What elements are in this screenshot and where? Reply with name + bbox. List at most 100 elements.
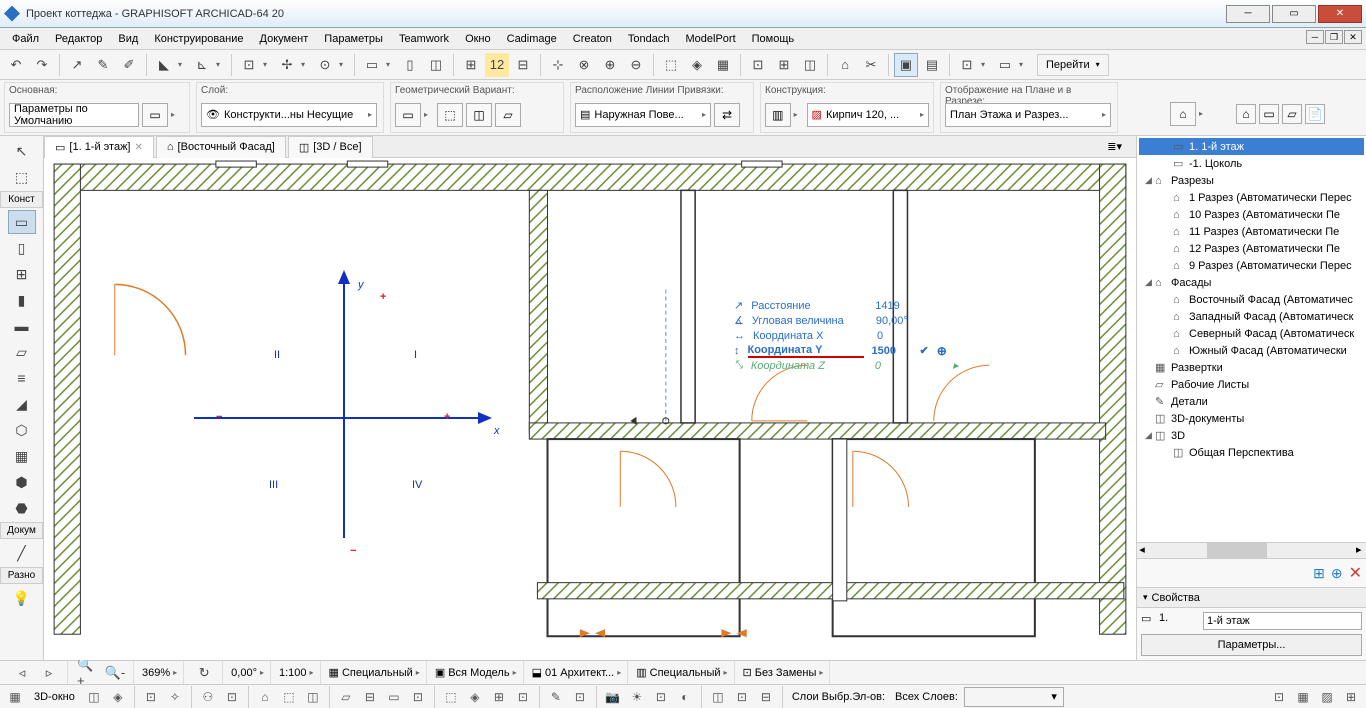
rotate-icon[interactable]: ↻ <box>192 661 216 685</box>
zoom-out-icon[interactable]: 🔍- <box>103 661 127 685</box>
bb-22[interactable]: ☀ <box>626 687 648 707</box>
minimize-button[interactable]: ─ <box>1226 5 1270 23</box>
bb-11[interactable]: ▱ <box>335 687 357 707</box>
mdi-close[interactable]: ✕ <box>1344 30 1362 44</box>
t10-button[interactable]: ◫ <box>798 53 822 77</box>
t5-button[interactable]: ⬚ <box>659 53 683 77</box>
bb-26[interactable]: ⊡ <box>731 687 753 707</box>
arrow-tool[interactable]: ↖ <box>8 139 36 163</box>
bb-21[interactable]: 📷 <box>602 687 624 707</box>
3d-window-label[interactable]: 3D-окно <box>28 691 81 703</box>
tab-3d[interactable]: ◫[3D / Все] <box>288 136 373 158</box>
opt1-button[interactable]: ⊙ <box>313 53 337 77</box>
ruler-button[interactable]: 12 <box>485 53 509 77</box>
material-combo[interactable]: ▨ Кирпич 120, ...▸ <box>807 103 929 127</box>
pick-button[interactable]: ↗ <box>65 53 89 77</box>
status-special[interactable]: ▦ Специальный▸ <box>323 661 427 684</box>
t8-button[interactable]: ⊡ <box>746 53 770 77</box>
zoom-next[interactable]: ▹ <box>37 661 61 685</box>
nav-layout-button[interactable]: ▱ <box>1282 104 1302 124</box>
refline-combo[interactable]: ▤ Наружная Пове...▸ <box>575 103 711 127</box>
geom4-button[interactable]: ▱ <box>495 103 521 127</box>
tree-item[interactable]: ◢⌂Фасады <box>1139 274 1364 291</box>
beam-tool[interactable]: ▬ <box>8 314 36 338</box>
tree-item[interactable]: ◫Общая Перспектива <box>1139 444 1364 461</box>
nav-proj-button[interactable]: ⌂ <box>1236 104 1256 124</box>
bb-12[interactable]: ⊟ <box>359 687 381 707</box>
struct-icon[interactable]: ▥ <box>765 103 791 127</box>
tab-menu[interactable]: ≣▾ <box>1097 136 1132 158</box>
menu-file[interactable]: Файл <box>4 30 47 48</box>
bb-23[interactable]: ⊡ <box>650 687 672 707</box>
bb-2[interactable]: ◫ <box>83 687 105 707</box>
menu-tondach[interactable]: Tondach <box>620 30 678 48</box>
bb-6[interactable]: ⚇ <box>197 687 219 707</box>
tree-item[interactable]: ⌂Южный Фасад (Автоматически <box>1139 342 1364 359</box>
bb-13[interactable]: ▭ <box>383 687 405 707</box>
menu-editor[interactable]: Редактор <box>47 30 110 48</box>
view3-button[interactable]: ⊡ <box>955 53 979 77</box>
bb-16[interactable]: ◈ <box>464 687 486 707</box>
default-params-combo[interactable]: Параметры по Умолчанию <box>9 103 139 127</box>
line-tool[interactable]: ╱ <box>8 541 36 565</box>
t7-button[interactable]: ▦ <box>711 53 735 77</box>
tab-close[interactable]: ✕ <box>135 142 143 153</box>
tree-item[interactable]: ⌂Северный Фасад (Автоматическ <box>1139 325 1364 342</box>
bb-27[interactable]: ⊟ <box>755 687 777 707</box>
bb-1[interactable]: ▦ <box>4 687 26 707</box>
column-tool[interactable]: ▮ <box>8 288 36 312</box>
menu-window[interactable]: Окно <box>457 30 499 48</box>
t4-button[interactable]: ⊖ <box>624 53 648 77</box>
menu-document[interactable]: Документ <box>252 30 317 48</box>
tree-item[interactable]: ◢◫3D <box>1139 427 1364 444</box>
curtain-tool[interactable]: ▦ <box>8 444 36 468</box>
renov1-button[interactable]: ⌂ <box>833 53 857 77</box>
t1-button[interactable]: ⊹ <box>546 53 570 77</box>
tree-item[interactable]: ⌂1 Разрез (Автоматически Перес <box>1139 189 1364 206</box>
nav-pub-button[interactable]: 📄 <box>1305 104 1325 124</box>
t3-button[interactable]: ⊕ <box>598 53 622 77</box>
bb-24[interactable]: ◐ <box>674 687 696 707</box>
rect2-button[interactable]: ▯ <box>398 53 422 77</box>
geom3-button[interactable]: ◫ <box>466 103 492 127</box>
menu-cadimage[interactable]: Cadimage <box>499 30 565 48</box>
guide2-button[interactable]: ⊾ <box>190 53 214 77</box>
bb-18[interactable]: ⊡ <box>512 687 534 707</box>
tree-item[interactable]: ▭-1. Цоколь <box>1139 155 1364 172</box>
bb-end3[interactable]: ▨ <box>1316 687 1338 707</box>
menu-params[interactable]: Параметры <box>316 30 391 48</box>
tab-east-facade[interactable]: ⌂[Восточный Фасад] <box>156 136 286 158</box>
angle-value[interactable]: 0,00°▸ <box>225 661 271 684</box>
menu-modelport[interactable]: ModelPort <box>678 30 744 48</box>
bb-25[interactable]: ◫ <box>707 687 729 707</box>
tab-floor1[interactable]: ▭[1. 1-й этаж]✕ <box>44 136 154 158</box>
mdi-restore[interactable]: ❐ <box>1325 30 1343 44</box>
drawing-canvas[interactable]: y x I II III IV + + − − ↗Расстояние1419 … <box>44 158 1136 660</box>
scale-value[interactable]: 1:100▸ <box>273 661 321 684</box>
bb-20[interactable]: ⊡ <box>569 687 591 707</box>
params-button[interactable]: Параметры... <box>1141 634 1362 656</box>
menu-view[interactable]: Вид <box>110 30 146 48</box>
flip-button[interactable]: ⇄ <box>714 103 740 127</box>
window-tool[interactable]: ⊞ <box>8 262 36 286</box>
wall-tool[interactable]: ▭ <box>8 210 36 234</box>
snap-button[interactable]: ⊡ <box>237 53 261 77</box>
zoom-value[interactable]: 369%▸ <box>136 661 184 684</box>
door-tool[interactable]: ▯ <box>8 236 36 260</box>
tree-item[interactable]: ⌂12 Разрез (Автоматически Пе <box>1139 240 1364 257</box>
rect3-button[interactable]: ◫ <box>424 53 448 77</box>
t9-button[interactable]: ⊞ <box>772 53 796 77</box>
stair-tool[interactable]: ≡ <box>8 366 36 390</box>
bb-19[interactable]: ✎ <box>545 687 567 707</box>
bb-14[interactable]: ⊡ <box>407 687 429 707</box>
status-model[interactable]: ▣ Вся Модель▸ <box>429 661 524 684</box>
bb-3[interactable]: ◈ <box>107 687 129 707</box>
view1-button[interactable]: ▣ <box>894 53 918 77</box>
bb-end1[interactable]: ⊡ <box>1268 687 1290 707</box>
close-button[interactable]: ✕ <box>1318 5 1362 23</box>
display-combo[interactable]: План Этажа и Разрез...▸ <box>945 103 1111 127</box>
view4-button[interactable]: ▭ <box>993 53 1017 77</box>
navigator-tree[interactable]: ▭1. 1-й этаж▭-1. Цоколь◢⌂Разрезы⌂1 Разре… <box>1137 136 1366 542</box>
zoom-prev[interactable]: ◃ <box>10 661 34 685</box>
props-name-input[interactable] <box>1203 612 1362 630</box>
